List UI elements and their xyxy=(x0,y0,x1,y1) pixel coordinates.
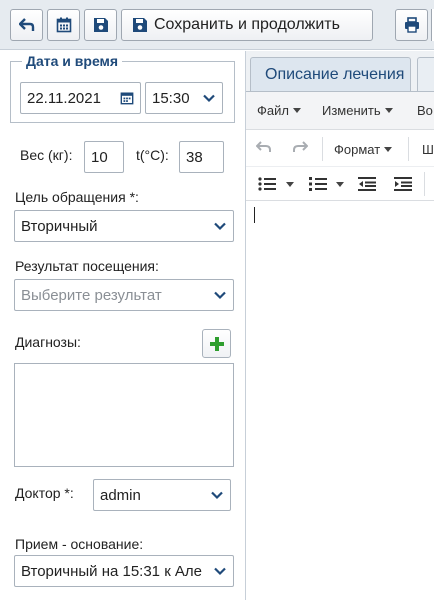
date-value: 22.11.2021 xyxy=(27,89,101,107)
doctor-label: Доктор *: xyxy=(15,485,74,501)
basis-value: Вторичный на 15:31 к Але xyxy=(21,562,203,580)
purpose-value: Вторичный xyxy=(21,217,98,235)
weight-label: Вес (кг): xyxy=(20,147,73,163)
menu-file[interactable]: Файл xyxy=(257,103,301,118)
undo-icon[interactable] xyxy=(256,140,272,154)
doctor-select[interactable]: admin xyxy=(93,479,231,511)
calendar-button[interactable] xyxy=(47,9,80,41)
format-label: Формат xyxy=(334,142,381,157)
temperature-input[interactable]: 38 xyxy=(179,141,224,173)
outdent-icon[interactable] xyxy=(358,176,376,192)
numbered-list-icon[interactable] xyxy=(309,176,327,192)
caret-down-icon[interactable] xyxy=(336,182,344,187)
result-label: Результат посещения: xyxy=(15,258,159,274)
font-dropdown[interactable]: Ш xyxy=(422,142,434,157)
chevron-down-icon xyxy=(214,567,226,576)
rich-text-editor: Файл Изменить Во Формат Ш xyxy=(246,91,434,600)
toolbar-divider xyxy=(408,137,409,161)
time-value: 15:30 xyxy=(152,89,190,107)
doctor-value: admin xyxy=(100,486,141,504)
caret-down-icon[interactable] xyxy=(286,182,294,187)
text-cursor xyxy=(254,207,255,223)
printer-icon xyxy=(404,17,419,33)
temperature-label: t(°С): xyxy=(136,147,169,163)
chevron-down-icon xyxy=(203,94,215,103)
menu-insert[interactable]: Во xyxy=(417,103,433,118)
indent-icon[interactable] xyxy=(394,176,412,192)
basis-label: Прием - основание: xyxy=(15,536,144,552)
redo-icon[interactable] xyxy=(292,140,308,154)
bullet-list-icon[interactable] xyxy=(258,176,276,192)
result-placeholder: Выберите результат xyxy=(21,286,162,304)
weight-value: 10 xyxy=(91,148,108,166)
purpose-select[interactable]: Вторичный xyxy=(14,210,234,242)
tab-label: Описание лечения xyxy=(265,65,405,83)
back-arrow-icon xyxy=(18,18,34,31)
diagnoses-list[interactable] xyxy=(14,363,234,467)
menu-insert-label: Во xyxy=(417,103,433,118)
weight-input[interactable]: 10 xyxy=(84,141,124,173)
editor-panel: Описание лечения Файл Изменить Во Формат… xyxy=(246,51,434,600)
menu-edit[interactable]: Изменить xyxy=(322,103,393,118)
chevron-down-icon xyxy=(211,491,223,500)
menu-file-label: Файл xyxy=(257,103,289,118)
toolbar: Сохранить и продолжить xyxy=(0,0,434,50)
menu-edit-label: Изменить xyxy=(322,103,381,118)
tab-strip: Описание лечения xyxy=(246,51,434,91)
save-and-continue-button[interactable]: Сохранить и продолжить xyxy=(121,9,373,41)
save-and-continue-label: Сохранить и продолжить xyxy=(154,16,340,33)
floppy-disk-icon xyxy=(93,18,108,32)
calendar-icon[interactable] xyxy=(120,91,134,105)
purpose-label: Цель обращения *: xyxy=(15,189,139,205)
font-label: Ш xyxy=(422,142,434,157)
time-select[interactable]: 15:30 xyxy=(145,82,223,114)
print-button[interactable] xyxy=(395,9,428,41)
basis-select[interactable]: Вторичный на 15:31 к Але xyxy=(14,555,234,587)
editor-toolbar-row2 xyxy=(246,167,434,201)
editor-menubar: Файл Изменить Во xyxy=(246,92,434,130)
datetime-legend: Дата и время xyxy=(22,53,123,69)
back-button[interactable] xyxy=(10,9,43,41)
diagnoses-label: Диагнозы: xyxy=(15,334,81,350)
temperature-value: 38 xyxy=(186,148,203,166)
date-input[interactable]: 22.11.2021 xyxy=(20,82,141,114)
chevron-down-icon xyxy=(214,291,226,300)
caret-down-icon xyxy=(384,147,393,152)
visit-form-panel: Дата и время 22.11.2021 15:30 Вес (кг): … xyxy=(0,51,245,600)
tab-next[interactable] xyxy=(417,57,434,91)
caret-down-icon xyxy=(292,108,301,113)
caret-down-icon xyxy=(384,108,393,113)
format-dropdown[interactable]: Формат xyxy=(334,142,393,157)
floppy-disk-icon xyxy=(133,18,147,32)
add-diagnosis-button[interactable] xyxy=(202,329,231,358)
result-select[interactable]: Выберите результат xyxy=(14,279,234,311)
calendar-icon xyxy=(56,17,71,33)
tab-treatment-description[interactable]: Описание лечения xyxy=(250,57,411,91)
toolbar-divider xyxy=(322,137,323,161)
toolbar-divider xyxy=(424,172,425,196)
save-button[interactable] xyxy=(84,9,117,41)
editor-toolbar-row1: Формат Ш xyxy=(246,131,434,167)
chevron-down-icon xyxy=(214,222,226,231)
plus-icon xyxy=(209,336,224,351)
